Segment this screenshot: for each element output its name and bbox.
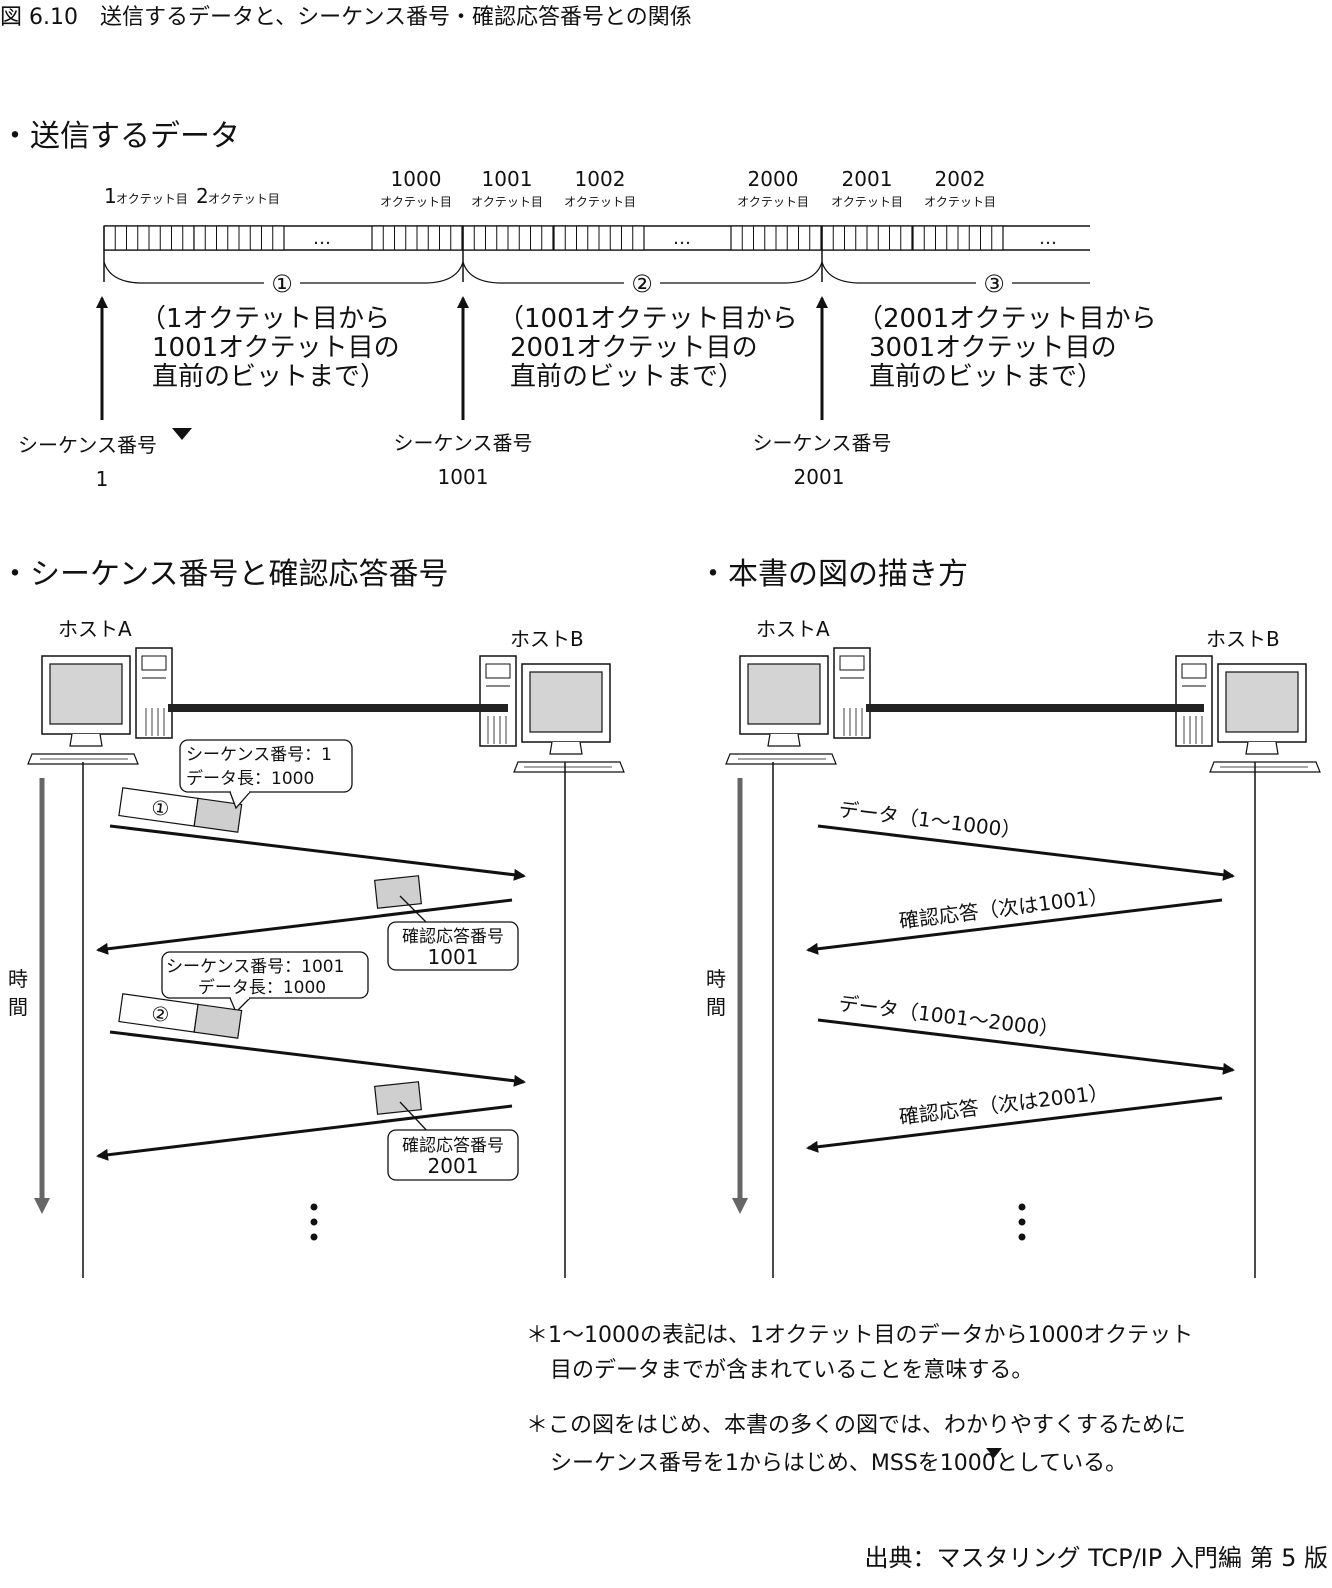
segment-1-desc-line2: 1001オクテット目の [152,333,400,363]
left-panel-heading: ・シーケンス番号と確認応答番号 [0,557,449,592]
figure-canvas: 図 6.10 送信するデータと、シーケンス番号・確認応答番号との関係 ・送信する… [0,5,1328,1572]
right-host-a-computer-icon [725,647,871,765]
segment-3-desc-line1: （2001オクテット目から [857,304,1157,334]
seq-label-1: シーケンス番号 [18,433,157,457]
ack-1-callout-line1: 確認応答番号 [402,927,504,947]
right-message-1-arrow [817,824,1235,881]
left-time-label-2: 間 [8,995,28,1019]
seq-value-2: 1001 [438,465,489,489]
strip-ellipsis-2: … [673,228,691,249]
ack-2-callout-line2: 2001 [428,1154,479,1178]
left-host-b-label: ホストB [510,627,584,651]
seq-label-2: シーケンス番号 [394,431,533,455]
left-host-a-label: ホストA [58,617,132,641]
right-time-label-2: 間 [706,995,726,1019]
packet-1-marker: ① [150,795,171,821]
right-message-1-label: データ（1〜1000） [837,797,1022,843]
right-host-b-label: ホストB [1206,627,1280,651]
octet-label-1-num: 1 [104,184,117,208]
seq-value-3: 2001 [794,465,845,489]
glossary-triangle-icon [172,428,192,440]
left-continuation-dots [310,1203,318,1241]
segment-1-desc-line1: （1オクテット目から [140,304,390,334]
octet-label-2000-num: 2000 [748,167,799,191]
strip-ellipsis-3: … [1039,228,1057,249]
octet-label-1-text: オクテット目 [116,192,188,206]
segment-3-desc-line3: 直前のビットまで） [869,362,1103,392]
ack-1-callout-line2: 1001 [428,945,479,969]
packet-2: ② [118,993,243,1039]
data-section-heading: ・送信するデータ [0,119,240,154]
left-host-b-computer-icon [479,655,625,773]
ack-2-callout-line1: 確認応答番号 [402,1136,504,1156]
octet-label-2000-text: オクテット目 [737,195,809,209]
segment-3-desc-line2: 3001オクテット目の [869,333,1117,363]
left-host-a-computer-icon [27,647,173,765]
segment-2-desc-line2: 2001オクテット目の [510,333,758,363]
segment-2-desc-line3: 直前のビットまで） [510,362,744,392]
packet-1: ① [118,787,243,833]
packet-2-callout: シーケンス番号：1001 データ長：1000 [161,951,369,1014]
segment-description-2: （1001オクテット目から 2001オクテット目の 直前のビットまで） [498,304,798,392]
octet-label-2-num: 2 [196,184,209,208]
ack-2-packet [373,1081,423,1115]
figure-caption: 図 6.10 送信するデータと、シーケンス番号・確認応答番号との関係 [0,5,692,30]
packet-1-callout-line2: データ長：1000 [186,768,314,789]
note-1-line1: ＊1〜1000の表記は、1オクテット目のデータから1000オクテット [526,1323,1193,1348]
footnotes: ＊1〜1000の表記は、1オクテット目のデータから1000オクテット 目のデータ… [526,1323,1193,1476]
octet-label-2001-text: オクテット目 [831,195,903,209]
right-time-label-1: 時 [706,967,726,991]
octet-label-2001-num: 2001 [842,167,893,191]
right-host-a-label: ホストA [756,617,830,641]
octet-label-1002-text: オクテット目 [564,195,636,209]
packet-2-marker: ② [150,1001,171,1027]
right-panel-heading: ・本書の図の描き方 [698,557,968,592]
octet-label-2-text: オクテット目 [208,192,280,206]
right-host-b-computer-icon [1175,655,1321,773]
octet-label-2002-num: 2002 [935,167,986,191]
packet-1-callout-line1: シーケンス番号：1 [186,745,332,765]
octet-label-1001-num: 1001 [482,167,533,191]
figure-source: 出典：マスタリング TCP/IP 入門編 第 5 版 [864,1544,1328,1572]
segment-description-3: （2001オクテット目から 3001オクテット目の 直前のビットまで） [857,304,1157,392]
packet-2-callout-line2: データ長：1000 [198,977,326,998]
octet-label-1002-num: 1002 [575,167,626,191]
packet-1-callout: シーケンス番号：1 データ長：1000 [179,739,353,810]
segment-marker-2: ② [631,270,653,298]
note-1-line2: 目のデータまでが含まれていることを意味する。 [550,1358,1033,1383]
segment-1-desc-line3: 直前のビットまで） [152,362,386,392]
octet-label-1000-num: 1000 [391,167,442,191]
packet-2-callout-line1: シーケンス番号：1001 [166,957,344,977]
octet-labels: 1 オクテット目 2 オクテット目 1000 オクテット目 1001 オクテット… [104,167,996,209]
seq-label-3: シーケンス番号 [753,431,892,455]
octet-label-2002-text: オクテット目 [924,195,996,209]
seq-value-1: 1 [96,467,109,491]
right-message-4-label: 確認応答（次は2001） [898,1080,1110,1129]
right-continuation-dots [1018,1203,1026,1241]
bit-strip: … … … [103,225,1090,251]
left-time-label-1: 時 [8,967,28,991]
octet-label-1000-text: オクテット目 [380,195,452,209]
octet-label-1001-text: オクテット目 [471,195,543,209]
strip-ellipsis-1: … [313,228,331,249]
packet-2-arrow [109,1030,526,1087]
segment-marker-1: ① [271,270,293,298]
ack-1-packet [373,875,423,909]
segment-description-1: （1オクテット目から 1001オクテット目の 直前のビットまで） [140,304,400,392]
note-2-line1: ＊この図をはじめ、本書の多くの図では、わかりやすくするために [526,1413,1186,1438]
note-2-line2: シーケンス番号を1からはじめ、MSSを1000としている。 [550,1451,1127,1476]
segment-2-desc-line1: （1001オクテット目から [498,304,798,334]
segment-marker-3: ③ [983,270,1005,298]
packet-1-arrow [109,824,526,881]
right-message-3-label: データ（1001〜2000） [837,991,1060,1041]
